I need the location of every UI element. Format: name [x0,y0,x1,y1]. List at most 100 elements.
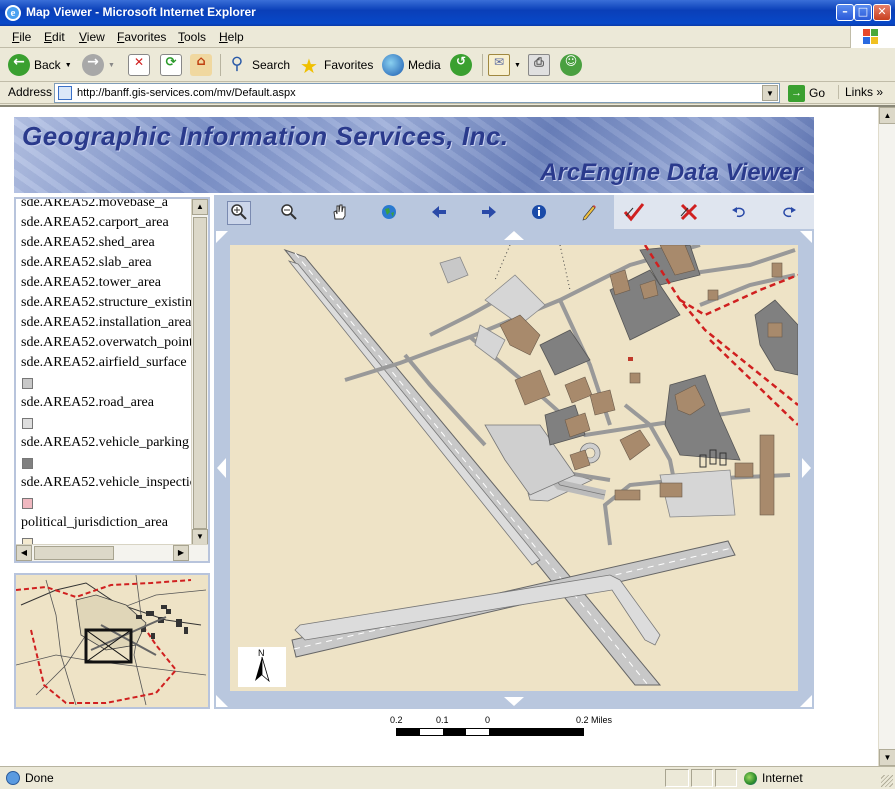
layer-item[interactable]: sde.AREA52.vehicle_parking [16,433,191,453]
address-bar: Address http://banff.gis-services.com/mv… [0,82,895,104]
refresh-button[interactable]: ⟳ [160,51,182,79]
zoom-in-tool[interactable] [227,201,251,225]
overview-map-graphic [16,575,207,706]
scroll-thumb[interactable] [34,546,114,560]
layer-list-horizontal-scrollbar[interactable]: ◀ ▶ [16,544,208,561]
undo-tool[interactable] [727,201,751,225]
address-dropdown-icon[interactable]: ▼ [762,85,778,101]
pencil-icon [580,203,598,224]
scroll-thumb[interactable] [193,217,207,529]
windows-flag-icon [863,29,879,45]
mail-dropdown-icon[interactable]: ▼ [514,62,521,69]
status-text: Done [25,771,54,785]
pan-north-icon[interactable] [504,231,524,240]
messenger-button[interactable]: ☺ [560,51,582,79]
page-vertical-scrollbar[interactable]: ▲ ▼ [878,107,895,766]
layer-item[interactable]: sde.AREA52.shed_area [16,233,191,253]
layer-item[interactable]: sde.AREA52.vehicle_inspection [16,473,191,493]
menu-file[interactable]: File [12,30,31,44]
layer-item[interactable]: sde.AREA52.overwatch_point [16,333,191,353]
scroll-up-icon[interactable]: ▲ [879,107,895,124]
zoom-out-tool[interactable] [277,201,301,225]
scroll-up-icon[interactable]: ▲ [192,199,208,215]
title-bar: e Map Viewer - Microsoft Internet Explor… [0,0,895,26]
status-pane [665,769,689,787]
menu-favorites[interactable]: Favorites [117,30,166,44]
maximize-button[interactable]: □ [854,4,872,21]
layer-item[interactable]: sde.AREA52.structure_existing [16,293,191,313]
pan-southwest-icon[interactable] [216,695,228,707]
forward-dropdown-icon[interactable]: ▼ [108,62,115,69]
resize-grip-icon[interactable] [881,775,893,787]
stop-button[interactable]: ✕ [128,51,150,79]
history-icon: ↺ [450,54,472,76]
north-arrow-icon [255,656,270,683]
layer-item[interactable]: sde.AREA52.movebase_a [16,199,191,213]
pan-west-icon[interactable] [217,458,226,478]
layer-item[interactable]: sde.AREA52.installation_area [16,313,191,333]
scroll-left-icon[interactable]: ◀ [16,545,32,561]
back-button[interactable]: ← Back ▼ [8,51,72,79]
close-button[interactable]: ✕ [873,4,891,21]
layer-item[interactable]: sde.AREA52.carport_area [16,213,191,233]
layer-item[interactable]: sde.AREA52.road_area [16,393,191,413]
previous-extent-tool[interactable] [427,201,451,225]
print-button[interactable]: ⎙ [528,51,550,79]
scroll-down-icon[interactable]: ▼ [879,749,895,766]
mail-button[interactable]: ✉ ▼ [488,51,521,79]
full-extent-tool[interactable] [377,201,401,225]
home-button[interactable]: ⌂ [190,51,212,79]
zone-label: Internet [762,771,803,785]
edit-tool[interactable] [577,201,601,225]
header-banner: Geographic Information Services, Inc. Ar… [14,117,814,193]
pan-northwest-icon[interactable] [216,231,228,243]
next-extent-tool[interactable] [477,201,501,225]
scroll-right-icon[interactable]: ▶ [173,545,189,561]
select-tool[interactable] [622,201,646,225]
back-dropdown-icon[interactable]: ▼ [65,62,72,69]
globe-icon [380,203,398,224]
legend-swatch-row [16,453,191,473]
redo-tool[interactable] [777,201,801,225]
layer-item[interactable]: sde.AREA52.airfield_surface [16,353,191,373]
legend-swatch [22,498,33,509]
search-button[interactable]: ⚲ Search [226,51,290,79]
pan-south-icon[interactable] [504,697,524,706]
layer-item[interactable]: political_jurisdiction_area [16,513,191,533]
pan-northeast-icon[interactable] [800,231,812,243]
menu-tools[interactable]: Tools [178,30,206,44]
layer-list-vertical-scrollbar[interactable]: ▲ ▼ [191,199,208,545]
history-button[interactable]: ↺ [450,51,472,79]
main-map[interactable]: N [230,245,798,691]
status-pane [715,769,737,787]
page-icon [58,86,72,100]
back-arrow-icon: ← [8,54,30,76]
undo-icon [731,204,747,223]
address-url[interactable]: http://banff.gis-services.com/mv/Default… [77,87,296,99]
go-button[interactable]: → Go [788,83,825,103]
links-button[interactable]: Links » [838,85,883,99]
legend-swatch [22,458,33,469]
media-button[interactable]: Media [382,51,441,79]
menu-edit[interactable]: Edit [44,30,65,44]
scale-label: 0.2 Miles [576,715,613,725]
x-select-icon [678,202,700,225]
pan-east-icon[interactable] [802,458,811,478]
layer-item[interactable]: sde.AREA52.slab_area [16,253,191,273]
layer-item[interactable]: sde.AREA52.tower_area [16,273,191,293]
menu-help[interactable]: Help [219,30,244,44]
scroll-down-icon[interactable]: ▼ [192,529,208,545]
pan-tool[interactable] [327,201,351,225]
address-input[interactable]: http://banff.gis-services.com/mv/Default… [54,83,780,103]
forward-button[interactable]: → ▼ [82,51,115,79]
overview-map[interactable] [14,573,210,709]
map-toolbar [214,195,814,229]
menu-view[interactable]: View [79,30,105,44]
identify-tool[interactable] [527,201,551,225]
clear-select-tool[interactable] [677,201,701,225]
favorites-button[interactable]: ★ Favorites [298,51,373,79]
pan-southeast-icon[interactable] [800,695,812,707]
banner-subtitle: ArcEngine Data Viewer [540,159,802,186]
stop-icon: ✕ [128,54,150,76]
minimize-button[interactable]: – [836,4,854,21]
